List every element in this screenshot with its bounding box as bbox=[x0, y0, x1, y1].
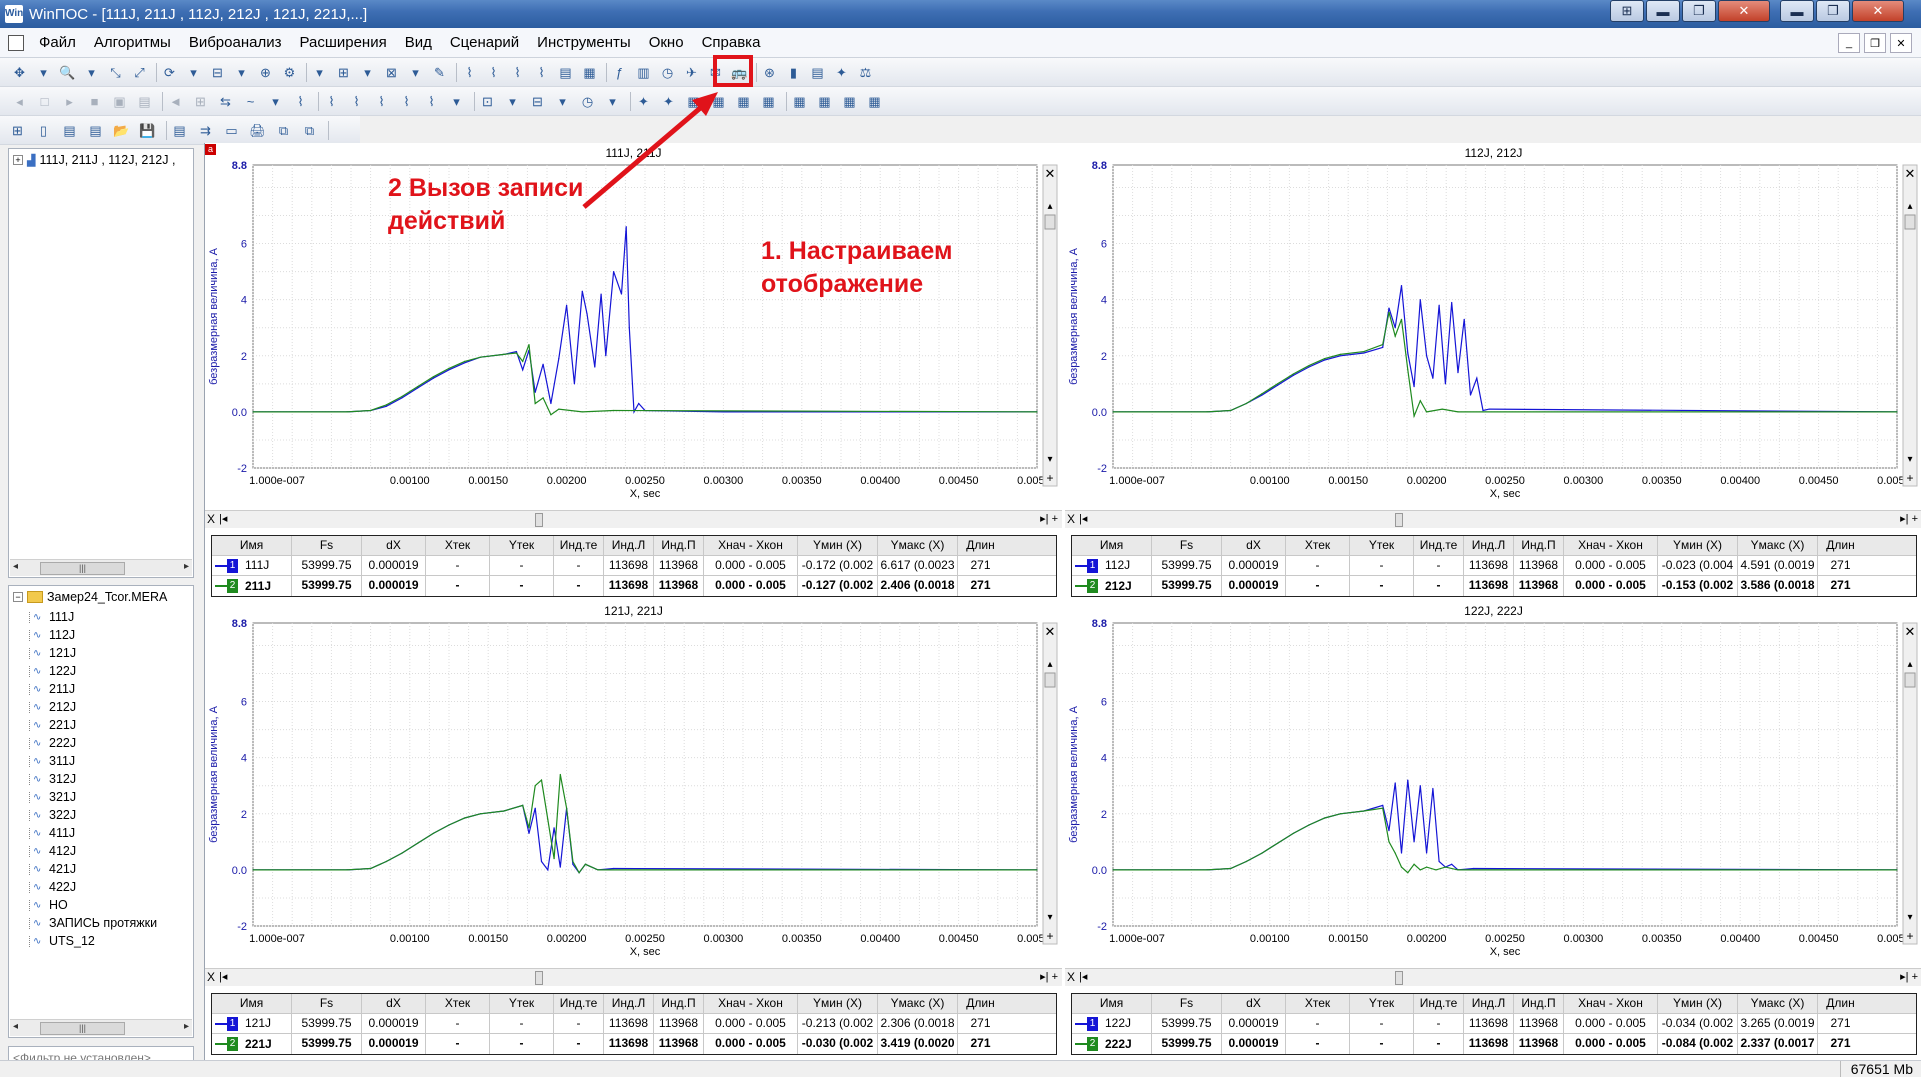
winpos-window: { "app": {"title": "WinПОС - [111J, 211J… bbox=[0, 0, 1921, 1077]
annotation-arrow bbox=[582, 92, 718, 209]
memory-indicator: 67651 Mb bbox=[1839, 1061, 1913, 1077]
status-bar: 67651 Mb bbox=[0, 1060, 1921, 1077]
